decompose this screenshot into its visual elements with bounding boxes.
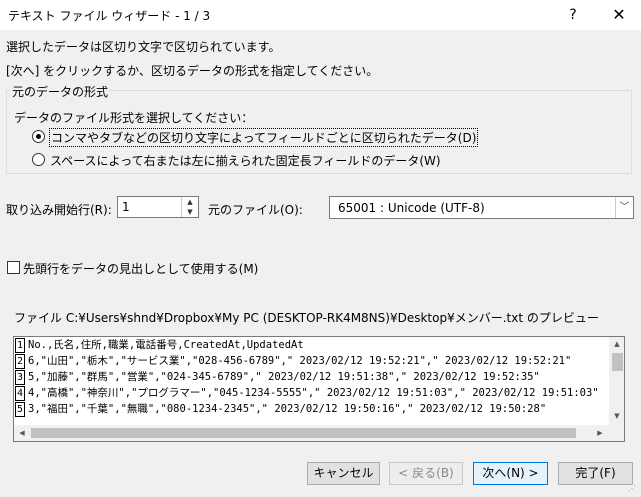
header-row-checkbox[interactable] [7,261,20,274]
spin-up-icon[interactable]: ▲ [181,197,198,207]
format-group-prompt: データのファイル形式を選択してください： [14,111,254,125]
origin-select[interactable]: 65001 : Unicode (UTF-8) ﹀ [329,196,634,219]
preview-pane[interactable]: 1 No.,氏名,住所,職業,電話番号,CreatedAt,UpdatedAt … [13,336,625,442]
horizontal-scrollbar[interactable]: ◀ ▶ [14,425,609,441]
cancel-button[interactable]: キャンセル [307,462,380,485]
help-button[interactable]: ? [555,0,591,30]
resize-grip-icon[interactable]: ⋰ [628,484,638,494]
scroll-left-icon[interactable]: ◀ [14,425,30,441]
row-number: 1 [15,338,25,353]
spin-down-icon[interactable]: ▼ [181,207,198,217]
format-group-legend: 元のデータの形式 [10,83,111,100]
header-row-checkbox-label[interactable]: 先頭行をデータの見出しとして使用する(M) [23,260,258,277]
preview-row: 5,"加藤","群馬","営業","024-345-6789"," 2023/0… [28,371,540,383]
horizontal-scroll-thumb[interactable] [31,428,576,438]
preview-label: ファイル C:¥Users¥shnd¥Dropbox¥My PC (DESKTO… [14,311,599,325]
back-button[interactable]: < 戻る(B) [389,462,463,485]
vertical-scroll-thumb[interactable] [612,353,623,371]
start-row-value[interactable]: 1 [122,200,130,214]
fixed-width-radio-label[interactable]: スペースによって右または左に揃えられた固定長フィールドのデータ(W) [50,152,441,169]
origin-select-value[interactable]: 65001 : Unicode (UTF-8) [338,201,485,215]
preview-row: No.,氏名,住所,職業,電話番号,CreatedAt,UpdatedAt [28,339,304,351]
scroll-corner [609,425,624,441]
scroll-right-icon[interactable]: ▶ [592,425,608,441]
finish-button[interactable]: 完了(F) [558,462,633,485]
start-row-label: 取り込み開始行(R): [6,203,112,217]
preview-row: 6,"山田","栃木","サービス業","028-456-6789"," 202… [28,355,572,367]
row-number: 4 [15,386,25,401]
preview-row: 4,"高橋","神奈川","プログラマー","045-1234-5555"," … [28,387,599,399]
fixed-width-radio[interactable] [32,153,45,166]
origin-label: 元のファイル(O): [208,203,303,217]
instruction-line-2: [次へ] をクリックするか、区切るデータの形式を指定してください。 [6,64,379,78]
delimited-radio[interactable] [32,130,45,143]
row-number: 2 [15,354,25,369]
instruction-line-1: 選択したデータは区切り文字で区切られています。 [6,40,281,54]
delimited-radio-label[interactable]: コンマやタブなどの区切り文字によってフィールドごとに区切られたデータ(D) [49,128,479,147]
preview-row: 3,"福田","千葉","無職","080-1234-2345"," 2023/… [28,403,547,415]
close-button[interactable]: ✕ [599,0,639,30]
chevron-down-icon[interactable]: ﹀ [615,197,633,218]
next-button[interactable]: 次へ(N) > [473,462,548,485]
row-number: 3 [15,370,25,385]
start-row-spinner[interactable]: 1 ▲ ▼ [117,196,199,218]
title-bar: テキスト ファイル ウィザード - 1 / 3 ? ✕ [0,0,641,30]
vertical-scrollbar[interactable]: ▲ ▼ [609,337,624,425]
window-title: テキスト ファイル ウィザード - 1 / 3 [8,9,211,23]
scroll-down-icon[interactable]: ▼ [609,409,624,423]
scroll-up-icon[interactable]: ▲ [609,337,624,351]
row-number: 5 [15,402,25,417]
